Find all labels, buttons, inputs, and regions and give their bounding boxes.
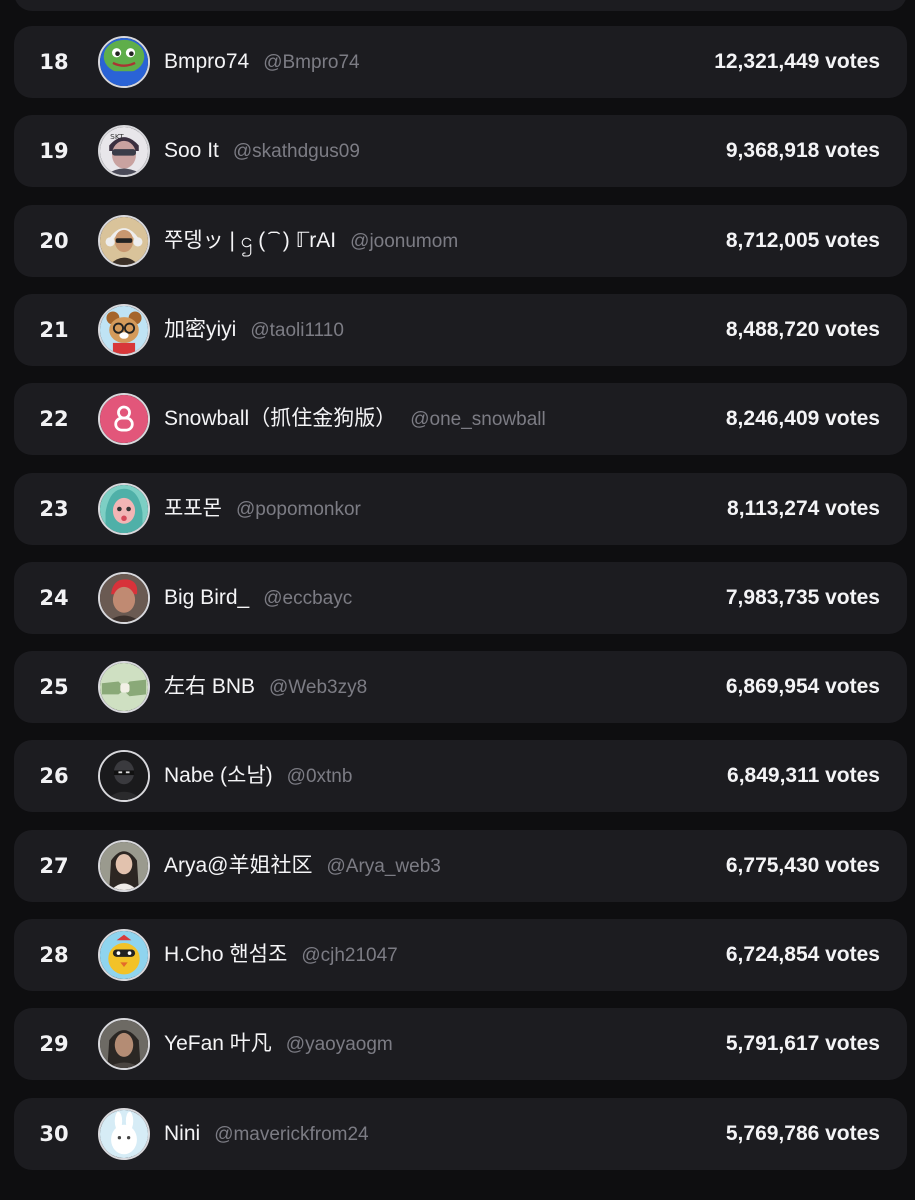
rank-number: 29 [39,1032,69,1056]
leaderboard-row[interactable]: 25 左右 BNB @Web3zy8 6,869,954 votes [14,651,907,723]
rank-number: 24 [39,586,69,610]
display-name[interactable]: Snowball（抓住金狗版） [164,407,396,430]
yellow-bird-avatar-icon[interactable] [98,929,150,981]
rank-number: 19 [39,139,69,163]
bear-glasses-avatar-icon[interactable] [98,304,150,356]
display-name[interactable]: 加密yiyi [164,318,236,341]
rank-number: 25 [39,675,69,699]
display-name[interactable]: Big Bird_ [164,586,249,609]
display-name[interactable]: Bmpro74 [164,50,249,73]
anime-girl-avatar-icon[interactable] [98,483,150,535]
svg-text:SKT: SKT [110,132,124,141]
display-name[interactable]: 포포몬 [164,497,222,520]
user-handle[interactable]: @taoli1110 [250,320,344,341]
user-identity: Bmpro74 @Bmpro74 [164,26,360,98]
leaderboard-row[interactable]: 24 Big Bird_ @eccbayc 7,983,735 votes [14,562,907,634]
rank-number: 27 [39,854,69,878]
user-identity: YeFan 叶凡 @yaoyaogm [164,1008,393,1080]
user-identity: Nabe (소남) @0xtnb [164,740,352,812]
display-name[interactable]: 左右 BNB [164,675,255,698]
vote-count: 9,368,918 votes [725,139,880,162]
leaderboard-row[interactable]: 30 Nini @maverickfrom24 5,769,786 votes [14,1098,907,1170]
vote-count: 8,246,409 votes [725,407,880,430]
headphones-man-avatar-icon[interactable] [98,215,150,267]
rank-number: 21 [39,318,69,342]
vote-count: 7,983,735 votes [725,586,880,609]
display-name[interactable]: 쭈뎅ッ | ဌ ( ᷇ ᷆ ) ℾrAI [164,229,336,252]
leaderboard-row[interactable]: 21 加密yiyi @taoli1110 8,488,720 votes [14,294,907,366]
rank-number: 22 [39,407,69,431]
user-identity: Snowball（抓住金狗版） @one_snowball [164,383,546,455]
vote-count: 6,775,430 votes [725,854,880,877]
snowball-logo-icon[interactable] [98,393,150,445]
user-handle[interactable]: @Bmpro74 [263,52,359,73]
rank-number: 23 [39,497,69,521]
display-name[interactable]: Soo It [164,139,219,162]
display-name[interactable]: H.Cho 핸섬조 [164,943,287,966]
user-handle[interactable]: @maverickfrom24 [214,1124,368,1145]
user-identity: 쭈뎅ッ | ဌ ( ᷇ ᷆ ) ℾrAI @joonumom [164,205,458,277]
user-identity: 加密yiyi @taoli1110 [164,294,344,366]
vote-count: 6,869,954 votes [725,675,880,698]
leaderboard-row[interactable]: 28 H.Cho 핸섬조 @cjh21047 6,724,854 votes [14,919,907,991]
sunglasses-man-avatar-icon[interactable]: SKT [98,125,150,177]
leaderboard-row[interactable]: 27 Arya@羊姐社区 @Arya_web3 6,775,430 votes [14,830,907,902]
rank-number: 28 [39,943,69,967]
user-handle[interactable]: @cjh21047 [301,945,397,966]
woman-photo-avatar-icon[interactable] [98,840,150,892]
leaderboard-row[interactable]: 22 Snowball（抓住金狗版） @one_snowball 8,246,409 … [14,383,907,455]
leaderboard-row[interactable]: 23 포포몬 @popomonkor 8,113,274 votes [14,473,907,545]
leaderboard-row[interactable]: 29 YeFan 叶凡 @yaoyaogm 5,791,617 votes [14,1008,907,1080]
leaderboard: 18 Bmpro74 @Bmpro74 12,321,449 votes 19 SKT So… [0,0,915,1200]
user-handle[interactable]: @skathdgus09 [233,141,360,162]
vote-count: 12,321,449 votes [714,50,880,73]
handshake-avatar-icon[interactable] [98,661,150,713]
rank-number: 20 [39,229,69,253]
leaderboard-row[interactable]: 19 SKT Soo It @skathdgus09 9,368,918 votes [14,115,907,187]
frog-avatar-icon[interactable] [98,36,150,88]
vote-count: 5,791,617 votes [725,1032,880,1055]
display-name[interactable]: YeFan 叶凡 [164,1032,272,1055]
white-bunny-avatar-icon[interactable] [98,1108,150,1160]
user-handle[interactable]: @yaoyaogm [286,1034,393,1055]
display-name[interactable]: Nini [164,1122,200,1145]
user-handle[interactable]: @Web3zy8 [269,677,367,698]
previous-row-edge [14,0,907,11]
leaderboard-row[interactable]: 20 쭈뎅ッ | ဌ ( ᷇ ᷆ ) ℾrAI @joonumom 8,712,005… [14,205,907,277]
user-handle[interactable]: @one_snowball [410,409,546,430]
user-identity: Nini @maverickfrom24 [164,1098,369,1170]
user-identity: Arya@羊姐社区 @Arya_web3 [164,830,441,902]
masked-man-avatar-icon[interactable] [98,750,150,802]
user-handle[interactable]: @Arya_web3 [327,856,441,877]
vote-count: 6,849,311 votes [727,764,880,787]
leaderboard-row[interactable]: 18 Bmpro74 @Bmpro74 12,321,449 votes [14,26,907,98]
user-identity: H.Cho 핸섬조 @cjh21047 [164,919,398,991]
user-handle[interactable]: @eccbayc [263,588,352,609]
user-handle[interactable]: @0xtnb [287,766,353,787]
user-handle[interactable]: @joonumom [350,231,458,252]
user-handle[interactable]: @popomonkor [236,499,361,520]
user-identity: 左右 BNB @Web3zy8 [164,651,367,723]
user-identity: Soo It @skathdgus09 [164,115,360,187]
rank-number: 18 [39,50,69,74]
vote-count: 5,769,786 votes [725,1122,880,1145]
user-identity: 포포몬 @popomonkor [164,473,361,545]
display-name[interactable]: Nabe (소남) [164,764,273,787]
vote-count: 6,724,854 votes [725,943,880,966]
vote-count: 8,113,274 votes [727,497,880,520]
rank-number: 26 [39,764,69,788]
vote-count: 8,712,005 votes [725,229,880,252]
warrior-avatar-icon[interactable] [98,1018,150,1070]
user-identity: Big Bird_ @eccbayc [164,562,352,634]
display-name[interactable]: Arya@羊姐社区 [164,854,313,877]
leaderboard-row[interactable]: 26 Nabe (소남) @0xtnb 6,849,311 votes [14,740,907,812]
red-hair-man-avatar-icon[interactable] [98,572,150,624]
rank-number: 30 [39,1122,69,1146]
vote-count: 8,488,720 votes [725,318,880,341]
